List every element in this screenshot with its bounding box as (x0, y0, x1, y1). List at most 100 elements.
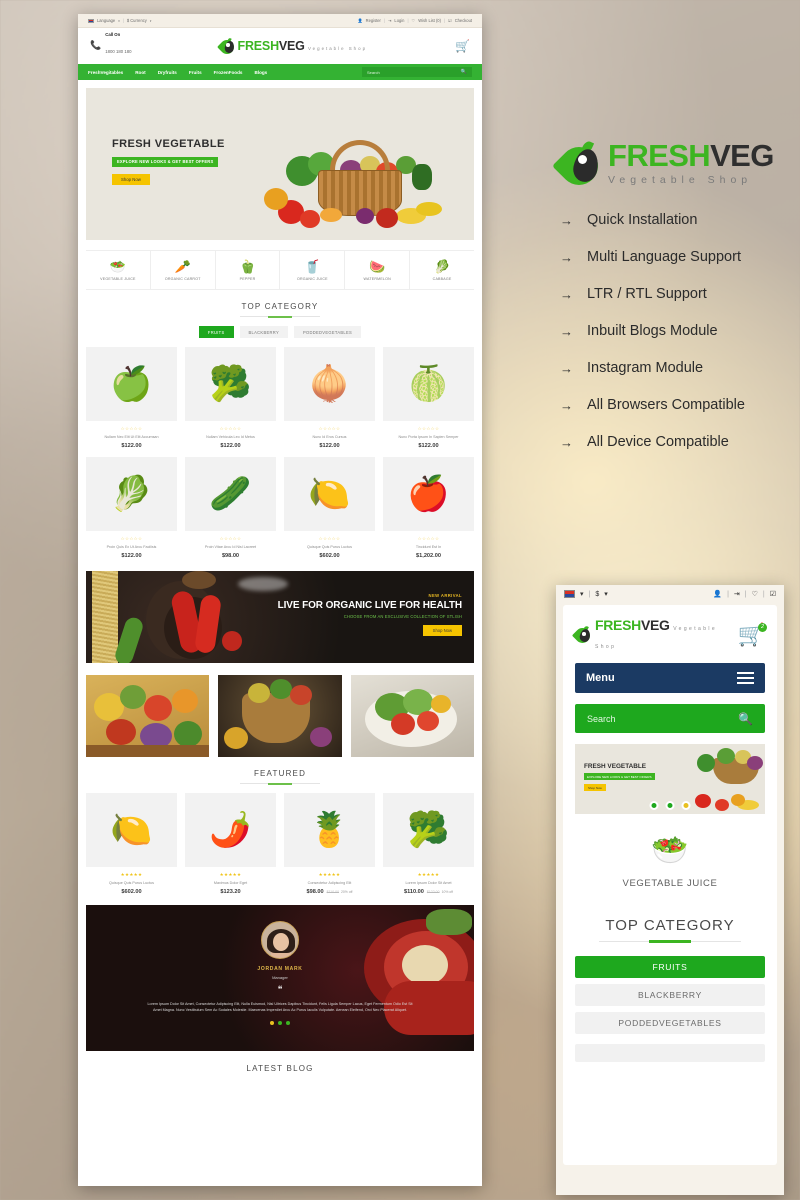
product-card[interactable]: 🧅 ☆☆☆☆☆ Nunc Id Eros Cursus $122.00 (284, 347, 375, 449)
promo-image-basket[interactable] (218, 675, 342, 757)
nav-item-4[interactable]: FrozenFoods (214, 70, 243, 75)
nav-item-1[interactable]: Root (135, 70, 145, 75)
rating-stars: ☆☆☆☆☆ (318, 426, 341, 431)
mobile-carousel-dots[interactable] (649, 801, 691, 810)
mobile-hero-banner[interactable]: FRESH VEGETABLE EXPLORE NEW LOOKS & GET … (575, 744, 765, 814)
login-icon[interactable]: ⇥ (734, 590, 740, 598)
product-discount: 20% off (341, 890, 353, 894)
divider: | (407, 18, 409, 23)
chevron-down-icon[interactable]: ▾ (580, 590, 584, 598)
register-link[interactable]: Register (366, 18, 381, 23)
carousel-dot-2[interactable] (286, 1020, 290, 1025)
product-card[interactable]: 🥒 ☆☆☆☆☆ Proin Vitae Arcu Id Nisl Laoreet… (185, 457, 276, 559)
promo-banner[interactable]: NEW ARRIVAL LIVE FOR ORGANIC LIVE FOR HE… (86, 571, 474, 663)
hamburger-icon[interactable] (737, 671, 754, 685)
carousel-dot-1[interactable] (665, 801, 675, 810)
brand-logo-large: FRESHVEG Vegetable Shop (552, 138, 800, 193)
product-price: $122.00 (121, 443, 142, 449)
nav-item-3[interactable]: Fruits (189, 70, 202, 75)
divider: | (744, 590, 747, 598)
feature-label: Instagram Module (587, 360, 704, 376)
product-card[interactable]: 🌶️ ★★★★★ Maximus Dolor Eget $123.20 (185, 793, 276, 895)
rating-stars: ★★★★★ (120, 872, 143, 877)
carrot-icon: 🥕 (174, 258, 191, 274)
search-icon[interactable]: 🔍 (738, 712, 753, 726)
promo-image-salad[interactable] (350, 675, 474, 757)
site-logo[interactable]: FRESHVEG Vegetable Shop (216, 37, 367, 57)
product-card[interactable]: 🍏 ☆☆☆☆☆ Nullam Nec Elit Ut Elit Accumsan… (86, 347, 177, 449)
user-icon: 👤 (357, 17, 363, 23)
watermelon-icon: 🍉 (369, 258, 386, 274)
mobile-hero-title: FRESH VEGETABLE (584, 763, 647, 770)
cart-icon[interactable]: 🛒 (455, 39, 470, 53)
heart-icon[interactable]: ♡ (752, 590, 758, 598)
testimonial-carousel-dots[interactable] (270, 1020, 290, 1025)
hero-title: FRESH VEGETABLE (112, 138, 225, 150)
hero-shop-now-button[interactable]: Shop Now (112, 174, 150, 185)
checkout-icon[interactable]: ☑ (770, 590, 776, 598)
checkout-link[interactable]: Checkout (455, 18, 472, 23)
product-card[interactable]: 🍎 ☆☆☆☆☆ Tincidunt Est In $1,202.00 (383, 457, 474, 559)
user-icon[interactable]: 👤 (713, 590, 722, 598)
flag-icon[interactable] (564, 590, 575, 598)
search-icon[interactable]: 🔍 (461, 69, 467, 75)
product-card[interactable]: 🍋 ★★★★★ Quisque Quis Purus Luctus $602.0… (86, 793, 177, 895)
nav-item-0[interactable]: FreshVegitables (88, 70, 123, 75)
call-label: Call On (105, 32, 121, 38)
category-strip: 🥗 VEGETABLE JUICE 🥕 ORGANIC CARROT 🫑 PEP… (86, 250, 474, 290)
top-category-heading: TOP CATEGORY (78, 302, 482, 318)
mobile-header: FRESHVEG Vegetable Shop 🛒 2 (563, 605, 777, 663)
carousel-dot-2[interactable] (681, 801, 691, 810)
nav-item-2[interactable]: Dryfruits (158, 70, 177, 75)
tab-blackberry[interactable]: BLACKBERRY (575, 984, 765, 1006)
search-input[interactable]: Search 🔍 (362, 67, 472, 77)
product-price: $122.00 (121, 553, 142, 559)
rating-stars: ★★★★★ (219, 872, 242, 877)
mobile-hero-shop-now-button[interactable]: Shop Now (584, 784, 606, 791)
site-logo[interactable]: FRESHVEG Vegetable Shop (571, 617, 738, 653)
product-card[interactable]: 🍋 ☆☆☆☆☆ Quisque Quis Purus Luctus $602.0… (284, 457, 375, 559)
feature-label: LTR / RTL Support (587, 286, 707, 302)
product-card[interactable]: 🍈 ☆☆☆☆☆ Nunc Porta Ipsum In Sapien Sempe… (383, 347, 474, 449)
cart-icon[interactable]: 🛒 2 (738, 623, 767, 646)
product-card[interactable]: 🍍 ★★★★★ Consectetur Adipiscing Elit $98.… (284, 793, 375, 895)
language-selector[interactable]: Language (97, 18, 115, 23)
feature-list: → Quick Installation → Multi Language Su… (560, 212, 800, 450)
tab-poddedvegetables[interactable]: PODDEDVEGETABLES (575, 1012, 765, 1034)
mobile-menu-button[interactable]: Menu (575, 663, 765, 693)
category-item-4[interactable]: 🍉 WATERMELON (345, 251, 411, 289)
mobile-search-input[interactable]: Search 🔍 (575, 704, 765, 733)
product-card[interactable]: 🥬 ☆☆☆☆☆ Proin Quis Ex Ut Arcu Facilisis … (86, 457, 177, 559)
leaf-logo-icon (216, 37, 237, 57)
featured-heading: FEATURED (78, 769, 482, 785)
mobile-category-item[interactable]: 🥗 VEGETABLE JUICE (563, 814, 777, 890)
product-card[interactable]: 🥦 ★★★★★ Lorem Ipsum Dolor Sit Amet $110.… (383, 793, 474, 895)
mobile-content-placeholder (575, 1044, 765, 1062)
carousel-dot-0[interactable] (270, 1020, 274, 1025)
feature-item-4: → Instagram Module (560, 360, 800, 376)
currency-selector[interactable]: $ Currency (127, 18, 147, 23)
tab-fruits[interactable]: FRUITS (198, 326, 234, 338)
category-item-3[interactable]: 🥤 ORGANIC JUICE (280, 251, 346, 289)
hero-banner[interactable]: FRESH VEGETABLE EXPLORE NEW LOOKS & GET … (86, 88, 474, 240)
banner-shop-now-button[interactable]: Shop Now (422, 625, 462, 636)
category-item-0[interactable]: 🥗 VEGETABLE JUICE (86, 251, 151, 289)
feature-label: Inbuilt Blogs Module (587, 323, 718, 339)
divider: | (588, 590, 591, 598)
chevron-down-icon[interactable]: ▾ (604, 590, 608, 598)
login-link[interactable]: Login (394, 18, 404, 23)
carousel-dot-1[interactable] (278, 1020, 282, 1025)
tab-fruits[interactable]: FRUITS (575, 956, 765, 978)
promo-image-fruit-crate[interactable] (86, 675, 210, 757)
category-item-1[interactable]: 🥕 ORGANIC CARROT (151, 251, 216, 289)
category-item-5[interactable]: 🥬 CABBAGE (410, 251, 474, 289)
rating-stars: ☆☆☆☆☆ (219, 536, 242, 541)
carousel-dot-0[interactable] (649, 801, 659, 810)
wishlist-link[interactable]: Wish List (0) (418, 18, 441, 23)
tab-blackberry[interactable]: BLACKBERRY (239, 326, 288, 338)
nav-item-5[interactable]: Blogs (254, 70, 267, 75)
product-card[interactable]: 🥦 ☆☆☆☆☆ Nullam Vehicula Leo Id Metus $12… (185, 347, 276, 449)
currency-selector[interactable]: $ (595, 591, 599, 598)
tab-poddedvegetables[interactable]: PODDEDVEGETABLES (293, 326, 362, 338)
category-item-2[interactable]: 🫑 PEPPER (216, 251, 281, 289)
